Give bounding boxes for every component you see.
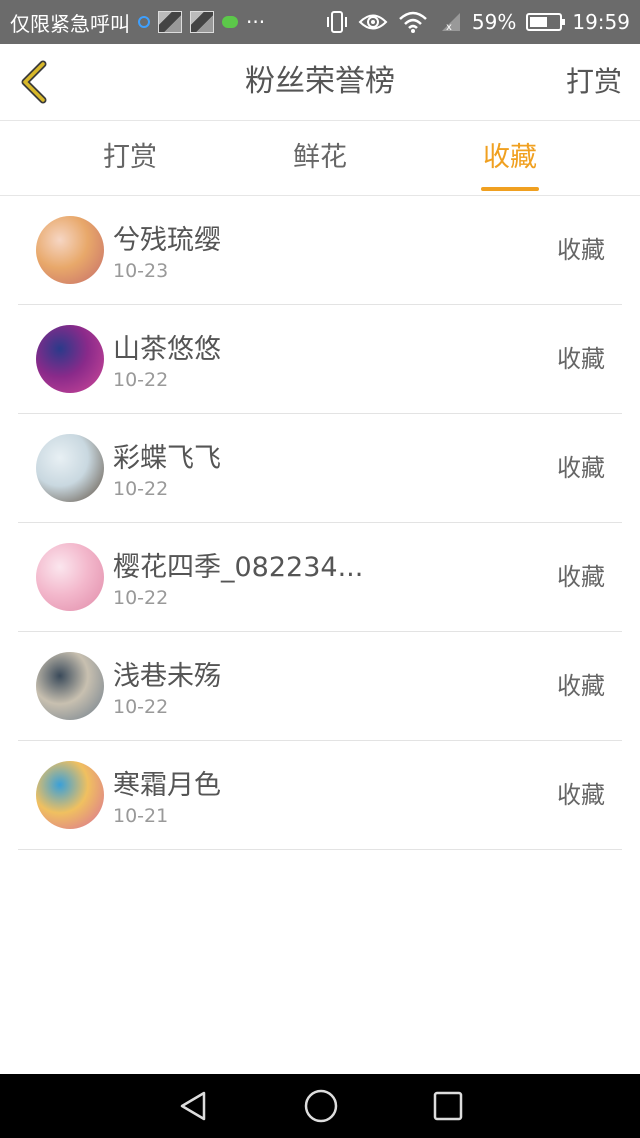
system-nav-bar <box>0 1074 640 1138</box>
wifi-icon <box>399 11 427 33</box>
fan-date: 10-22 <box>113 587 169 609</box>
avatar <box>36 325 104 393</box>
eye-icon <box>358 14 388 30</box>
avatar <box>36 434 104 502</box>
fan-name: 彩蝶飞飞 <box>113 443 221 474</box>
fan-action: 收藏 <box>557 454 605 482</box>
photo-thumb-icon <box>190 11 214 33</box>
back-triangle-icon[interactable] <box>176 1089 210 1123</box>
fan-name: 山茶悠悠 <box>113 334 221 365</box>
fan-list: 兮残琉缨 10-23 收藏 山茶悠悠 10-22 收藏 彩蝶飞飞 10-22 收… <box>0 196 640 850</box>
status-bar: 仅限紧急呼叫 ··· x 59% 19:59 <box>0 0 640 44</box>
list-item[interactable]: 樱花四季_082234... 10-22 收藏 <box>18 523 622 632</box>
carrier-text: 仅限紧急呼叫 <box>10 11 130 36</box>
avatar <box>36 543 104 611</box>
list-item[interactable]: 兮残琉缨 10-23 收藏 <box>18 196 622 305</box>
active-tab-indicator <box>481 187 539 191</box>
avatar <box>36 652 104 720</box>
fan-name: 樱花四季_082234... <box>113 552 364 583</box>
battery-percent: 59% <box>471 10 517 34</box>
fan-date: 10-23 <box>113 260 169 282</box>
tab-favorites[interactable]: 收藏 <box>450 121 570 195</box>
fan-name: 浅巷未殇 <box>113 661 221 692</box>
wechat-icon <box>222 16 238 28</box>
fan-name: 兮残琉缨 <box>113 225 221 256</box>
signal-icon: x <box>441 13 460 33</box>
fan-action: 收藏 <box>557 345 605 373</box>
page-title: 粉丝荣誉榜 <box>245 64 395 99</box>
fan-date: 10-22 <box>113 696 169 718</box>
tab-flowers[interactable]: 鲜花 <box>260 121 380 195</box>
fan-action: 收藏 <box>557 236 605 264</box>
list-item[interactable]: 寒霜月色 10-21 收藏 <box>18 741 622 850</box>
list-item[interactable]: 山茶悠悠 10-22 收藏 <box>18 305 622 414</box>
avatar <box>36 761 104 829</box>
vibrate-icon <box>326 11 347 33</box>
reward-button[interactable]: 打赏 <box>566 44 622 120</box>
recents-square-icon[interactable] <box>432 1090 464 1122</box>
app-header: 粉丝荣誉榜 打赏 <box>0 44 640 121</box>
clock: 19:59 <box>572 10 630 34</box>
fan-date: 10-22 <box>113 369 169 391</box>
more-dots-icon: ··· <box>246 10 266 34</box>
fan-name: 寒霜月色 <box>113 770 221 801</box>
list-item[interactable]: 浅巷未殇 10-22 收藏 <box>18 632 622 741</box>
fan-action: 收藏 <box>557 781 605 809</box>
svg-text:x: x <box>446 22 452 33</box>
fan-date: 10-22 <box>113 478 169 500</box>
fan-date: 10-21 <box>113 805 169 827</box>
app-notification-icon <box>138 16 150 28</box>
list-item[interactable]: 彩蝶飞飞 10-22 收藏 <box>18 414 622 523</box>
tab-reward[interactable]: 打赏 <box>70 121 190 195</box>
fan-action: 收藏 <box>557 672 605 700</box>
battery-icon <box>526 13 566 31</box>
fan-action: 收藏 <box>557 563 605 591</box>
tab-bar: 打赏 鲜花 收藏 <box>0 121 640 196</box>
photo-thumb-icon <box>158 11 182 33</box>
avatar <box>36 216 104 284</box>
home-circle-icon[interactable] <box>303 1088 339 1124</box>
